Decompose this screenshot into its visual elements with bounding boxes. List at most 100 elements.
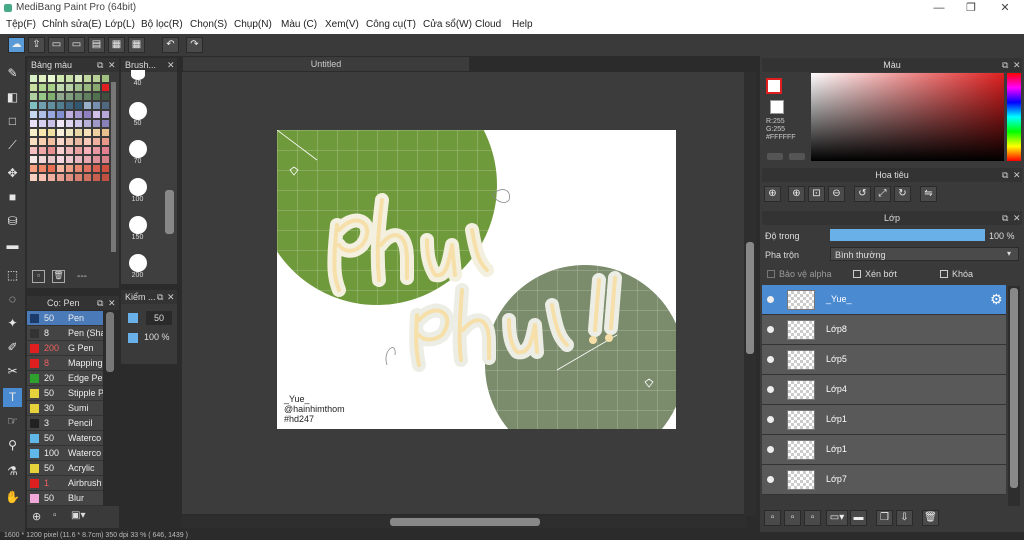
palette-swatch[interactable] xyxy=(30,75,37,82)
palette-swatch[interactable] xyxy=(39,165,46,172)
menu-capture[interactable]: Chụp(N) xyxy=(234,19,272,30)
palette-swatch[interactable] xyxy=(75,129,82,136)
palette-swatch[interactable] xyxy=(102,102,109,109)
palette-swatch[interactable] xyxy=(102,147,109,154)
rotate-right-icon[interactable]: ↻ xyxy=(894,186,911,202)
palette-swatch[interactable] xyxy=(84,111,91,118)
palette-swatch[interactable] xyxy=(48,129,55,136)
palette-swatch[interactable] xyxy=(102,93,109,100)
add-layer-menu-icon[interactable]: ▭▾ xyxy=(826,510,848,526)
close-icon[interactable]: ✕ xyxy=(167,290,175,304)
pen-item[interactable]: 50 Blur xyxy=(27,491,103,506)
palette-swatch[interactable] xyxy=(102,120,109,127)
palette-swatch[interactable] xyxy=(30,93,37,100)
close-icon[interactable]: ✕ xyxy=(1013,211,1021,225)
zoom-in2-icon[interactable]: ⊕ xyxy=(788,186,805,202)
fill-rect-icon[interactable]: ■ xyxy=(3,188,22,207)
size-value[interactable]: 50 xyxy=(146,311,172,325)
opacity-slider[interactable] xyxy=(830,229,985,241)
folder-icon[interactable]: ▬ xyxy=(850,510,867,526)
pen-scrollbar[interactable] xyxy=(106,312,114,372)
palette-swatch[interactable] xyxy=(102,111,109,118)
brush-size-item[interactable]: 150 xyxy=(124,216,151,241)
rectangle-icon[interactable]: □ xyxy=(3,112,22,131)
palette-swatch[interactable] xyxy=(66,147,73,154)
palette-swatch[interactable] xyxy=(48,75,55,82)
popout-icon[interactable]: ⧉ xyxy=(1002,58,1008,72)
popout-icon[interactable]: ⧉ xyxy=(157,290,163,304)
layout-icon[interactable]: ▦ xyxy=(108,37,125,53)
layer-row[interactable]: Lớp5 xyxy=(762,345,1006,375)
palette-swatch[interactable] xyxy=(93,129,100,136)
brush-menu-icon[interactable]: ▣▾ xyxy=(71,510,85,521)
brush-size-item[interactable]: 100 xyxy=(124,178,151,203)
foreground-color[interactable] xyxy=(766,78,782,94)
palette-swatch[interactable] xyxy=(30,111,37,118)
palette-swatch[interactable] xyxy=(57,138,64,145)
palette-swatch[interactable] xyxy=(84,156,91,163)
palette-swatch[interactable] xyxy=(102,156,109,163)
layer-row[interactable]: _Yue_ ⚙ xyxy=(762,285,1006,315)
opacity-value[interactable]: 100 % xyxy=(144,332,170,342)
layer-scroll-thumb[interactable] xyxy=(1010,288,1018,488)
palette-swatch[interactable] xyxy=(30,165,37,172)
palette-swatch[interactable] xyxy=(93,174,100,181)
palette-swatch[interactable] xyxy=(57,147,64,154)
palette-swatch[interactable] xyxy=(75,156,82,163)
comment2-icon[interactable]: ▭ xyxy=(68,37,85,53)
close-icon[interactable]: ✕ xyxy=(108,58,116,72)
visibility-icon[interactable] xyxy=(767,326,774,333)
palette-swatch[interactable] xyxy=(75,75,82,82)
line-icon[interactable]: ⟋ xyxy=(3,136,22,155)
popout-icon[interactable]: ⧉ xyxy=(1002,211,1008,225)
palette-swatch[interactable] xyxy=(93,75,100,82)
palette-swatch[interactable] xyxy=(75,138,82,145)
palette-swatch[interactable] xyxy=(102,75,109,82)
pen-item[interactable]: 8 Pen (Sha xyxy=(27,326,103,341)
palette-swatch[interactable] xyxy=(84,147,91,154)
close-icon[interactable]: ✕ xyxy=(108,296,116,310)
close-icon[interactable]: ✕ xyxy=(1013,58,1021,72)
brush-icon[interactable]: ✎ xyxy=(3,64,22,83)
close-icon[interactable]: ✕ xyxy=(167,58,175,72)
reset-view-icon[interactable]: ⤢ xyxy=(874,186,891,202)
vertical-scroll-thumb[interactable] xyxy=(746,242,754,354)
lock-checkbox[interactable] xyxy=(940,270,948,278)
lasso-icon[interactable]: ◌ xyxy=(3,290,22,309)
palette-swatch[interactable] xyxy=(30,102,37,109)
zoom-out-icon[interactable]: ⊖ xyxy=(828,186,845,202)
menu-edit[interactable]: Chỉnh sửa(E) xyxy=(42,19,102,30)
palette-swatch[interactable] xyxy=(66,84,73,91)
palette-swatch[interactable] xyxy=(57,75,64,82)
layer-scrollbar[interactable] xyxy=(1008,286,1020,506)
new-palette-icon[interactable]: ▫ xyxy=(32,270,45,283)
duplicate-layer-icon[interactable]: ❐ xyxy=(876,510,893,526)
palette-swatch[interactable] xyxy=(48,120,55,127)
palette-swatch[interactable] xyxy=(48,84,55,91)
brush-size-item[interactable]: 40 xyxy=(124,70,151,87)
palette-swatch[interactable] xyxy=(30,147,37,154)
clip-checkbox[interactable] xyxy=(853,270,861,278)
fit-icon[interactable]: ⊡ xyxy=(808,186,825,202)
palette-swatch[interactable] xyxy=(66,111,73,118)
layer-row[interactable]: Lớp1 xyxy=(762,405,1006,435)
palette-swatch[interactable] xyxy=(57,174,64,181)
pen-item[interactable]: 50 Pen xyxy=(27,311,103,326)
select-eraser-icon[interactable]: ✂ xyxy=(3,362,22,381)
select-pen-icon[interactable]: ✐ xyxy=(3,338,22,357)
merge-layer-icon[interactable]: ⇩ xyxy=(896,510,913,526)
menu-view[interactable]: Xem(V) xyxy=(325,19,359,30)
brush-size-item[interactable]: 200 xyxy=(124,254,151,279)
select-rect-icon[interactable]: ⬚ xyxy=(3,266,22,285)
flip-icon[interactable]: ⇋ xyxy=(920,186,937,202)
redo-icon[interactable]: ↷ xyxy=(186,37,203,53)
text-icon[interactable]: T xyxy=(3,388,22,407)
hue-slider[interactable] xyxy=(1007,73,1021,161)
palette-swatch[interactable] xyxy=(39,138,46,145)
palette-swatch[interactable] xyxy=(30,174,37,181)
visibility-icon[interactable] xyxy=(767,446,774,453)
popout-icon[interactable]: ⧉ xyxy=(97,296,103,310)
palette-swatch[interactable] xyxy=(93,156,100,163)
close-icon[interactable]: ✕ xyxy=(1013,168,1021,182)
palette-swatch[interactable] xyxy=(75,165,82,172)
